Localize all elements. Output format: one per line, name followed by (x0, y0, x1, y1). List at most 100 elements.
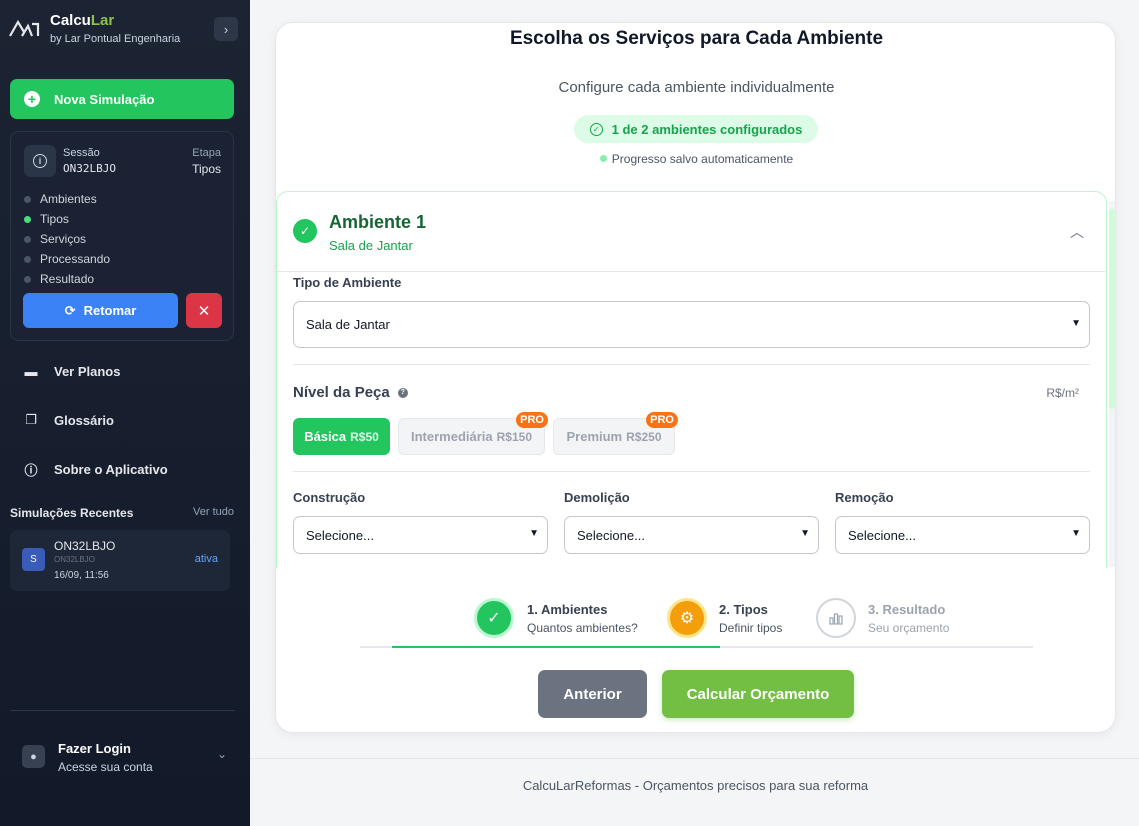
nav-item-glossary[interactable]: ❐ Glossário (22, 412, 114, 428)
environment-type-label: Tipo de Ambiente (293, 275, 402, 290)
session-step: Serviços (24, 229, 110, 249)
session-step: Processando (24, 249, 110, 269)
step-dot-icon (24, 235, 31, 243)
service-label-demolition: Demolição (564, 490, 630, 505)
environment-subtitle: Sala de Jantar (329, 238, 413, 253)
see-all-link[interactable]: Ver tudo (193, 506, 234, 520)
pro-badge: PRO (646, 412, 678, 428)
service-label-removal: Remoção (835, 490, 894, 505)
login-subtitle: Acesse sua conta (58, 760, 153, 774)
chevron-down-icon: ▼ (529, 528, 539, 539)
page-title: Escolha os Serviços para Cada Ambiente (509, 28, 884, 49)
session-code: ON32LBJO (63, 162, 116, 175)
session-label: Sessão (63, 147, 100, 159)
book-icon: ❐ (25, 412, 37, 427)
brand-name: CalcuLar (50, 12, 115, 29)
step-title: 3. Resultado (868, 602, 946, 617)
new-simulation-button[interactable]: + Nova Simulação (10, 79, 234, 119)
unit-label: R$/m² (1046, 386, 1079, 400)
chevron-down-icon: ⌄ (216, 747, 227, 761)
scrollbar[interactable] (1109, 201, 1115, 567)
level-intermediate-button[interactable]: Intermediária R$150 PRO (398, 412, 548, 455)
chevron-down-icon: ▼ (1071, 528, 1081, 539)
construction-select[interactable]: Selecione... ▼ (293, 516, 548, 554)
stage-label: Etapa (192, 147, 221, 159)
chevron-down-icon: ▼ (800, 528, 810, 539)
step-title: 1. Ambientes (527, 602, 608, 617)
environment-header[interactable]: ✓ Ambiente 1 Sala de Jantar ︿ (277, 192, 1106, 272)
step-dot-icon (24, 215, 31, 223)
avatar: S (22, 548, 45, 571)
recent-title: Simulações Recentes (10, 506, 134, 520)
bar-chart-icon (816, 598, 856, 638)
level-label: Nível da Peça ? (293, 384, 408, 401)
removal-select[interactable]: Selecione... ▼ (835, 516, 1090, 554)
brand-subtitle: by Lar Pontual Engenharia (50, 33, 181, 45)
credit-card-icon: ▬ (24, 364, 38, 379)
step-subtitle: Definir tipos (719, 621, 783, 635)
main-card: Escolha os Serviços para Cada Ambiente C… (275, 22, 1116, 733)
session-card: i Sessão ON32LBJO Etapa Tipos Ambientes … (10, 131, 234, 341)
environment-type-select[interactable]: Sala de Jantar ▼ (293, 301, 1090, 348)
refresh-icon: ⟳ (64, 302, 76, 318)
check-icon: ✓ (293, 219, 317, 243)
status-badge: ativa (194, 553, 218, 565)
sidebar: CalcuLar by Lar Pontual Engenharia › + N… (0, 0, 250, 826)
brand[interactable]: CalcuLar by Lar Pontual Engenharia (8, 12, 180, 45)
calculate-budget-button[interactable]: Calcular Orçamento (662, 670, 854, 718)
level-basic-button[interactable]: Básica R$50 (293, 418, 390, 455)
collapse-sidebar-button[interactable]: › (214, 17, 238, 41)
plus-circle-icon: + (24, 91, 40, 107)
login-menu[interactable]: ● Fazer Login Acesse sua conta ⌄ (22, 741, 227, 777)
session-steps: Ambientes Tipos Serviços Processando Res… (24, 189, 110, 289)
login-title: Fazer Login (58, 741, 131, 756)
session-step-active: Tipos (24, 209, 110, 229)
close-icon: ✕ (197, 302, 211, 320)
nav-item-plans[interactable]: ▬ Ver Planos (22, 364, 121, 379)
page-subtitle: Configure cada ambiente individualmente (558, 79, 835, 96)
info-icon: i (24, 145, 56, 177)
environment-title: Ambiente 1 (329, 212, 427, 232)
step-subtitle: Seu orçamento (868, 621, 950, 635)
user-icon: ● (22, 745, 45, 768)
help-icon[interactable]: ? (397, 387, 408, 398)
scrollbar-thumb[interactable] (1109, 209, 1115, 409)
info-circle-icon: ⓘ (24, 463, 38, 478)
check-circle-icon: ✓ (589, 122, 603, 136)
session-step: Ambientes (24, 189, 110, 209)
logo-icon (9, 19, 40, 37)
recent-code: ON32LBJO (54, 555, 95, 564)
step-subtitle: Quantos ambientes? (527, 621, 638, 635)
demolition-select[interactable]: Selecione... ▼ (564, 516, 819, 554)
footer: CalcuLarReformas - Orçamentos precisos p… (250, 758, 1139, 826)
step-dot-icon (24, 195, 31, 203)
gear-icon: ⚙ (667, 598, 707, 638)
previous-button[interactable]: Anterior (538, 670, 647, 718)
level-premium-button[interactable]: Premium R$250 PRO (553, 412, 678, 455)
autosave-status: Progresso salvo automaticamente (276, 152, 1115, 166)
stage-value: Tipos (192, 162, 221, 176)
environment-panel: ✓ Ambiente 1 Sala de Jantar ︿ Tipo de Am… (276, 191, 1107, 568)
status-dot-icon (599, 155, 607, 162)
step-done-icon: ✓ (474, 598, 514, 638)
divider (10, 710, 235, 711)
recent-date: 16/09, 11:56 (54, 570, 109, 581)
pro-badge: PRO (516, 412, 548, 428)
divider (293, 471, 1090, 472)
recent-name: ON32LBJO (54, 539, 116, 553)
chevron-up-icon[interactable]: ︿ (1070, 222, 1084, 242)
nav-item-about[interactable]: ⓘ Sobre o Aplicativo (22, 460, 167, 479)
service-label-construction: Construção (293, 490, 366, 505)
divider (293, 364, 1090, 365)
chevron-right-icon: › (223, 21, 229, 37)
footer-text: CalcuLarReformas - Orçamentos precisos p… (522, 778, 869, 793)
recent-simulation-item[interactable]: S ON32LBJO ON32LBJO 16/09, 11:56 ativa (10, 530, 230, 591)
chevron-down-icon: ▼ (1071, 318, 1081, 329)
stepper-progress (392, 646, 720, 648)
recent-header: Simulações Recentes Ver tudo (10, 506, 234, 520)
step-dot-icon (24, 275, 31, 283)
step-dot-icon (24, 255, 31, 263)
new-simulation-label: Nova Simulação (54, 91, 155, 107)
discard-session-button[interactable]: ✕ (186, 293, 222, 328)
resume-button[interactable]: ⟳ Retomar (23, 293, 178, 328)
